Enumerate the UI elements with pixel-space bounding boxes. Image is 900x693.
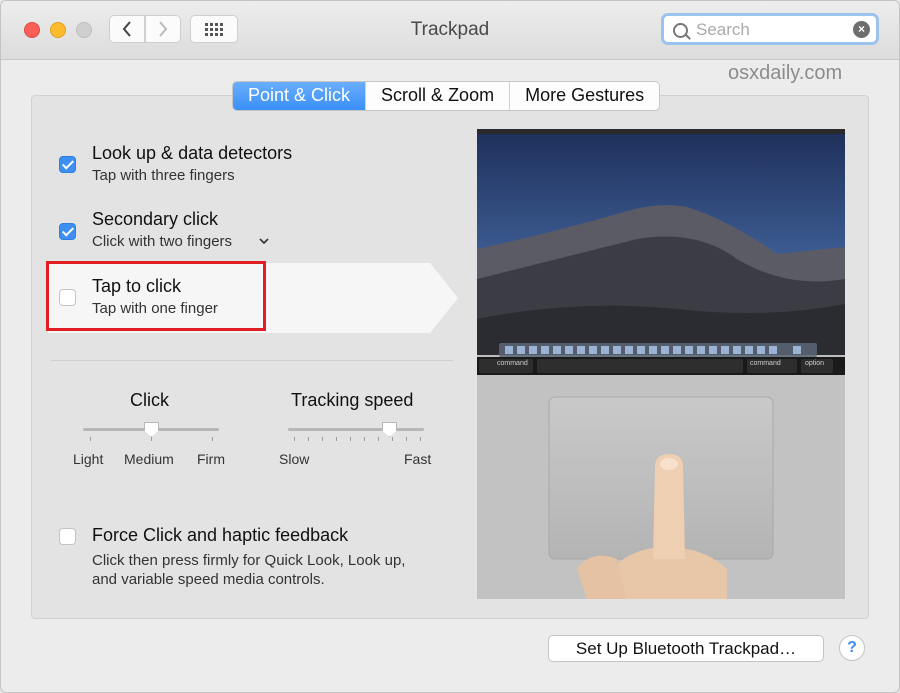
force-click-checkbox[interactable] xyxy=(59,528,76,545)
trackpad-preferences-window: Trackpad Search × osxdaily.com Point & C… xyxy=(0,0,900,693)
clear-search-icon[interactable]: × xyxy=(853,21,870,38)
secondary-click-checkbox[interactable] xyxy=(59,223,76,240)
secondary-click-title: Secondary click xyxy=(92,209,219,229)
force-click-title: Force Click and haptic feedback xyxy=(92,525,349,545)
tracking-speed-title: Tracking speed xyxy=(291,390,414,410)
search-field[interactable]: Search × xyxy=(661,13,879,45)
tick xyxy=(378,437,379,441)
lookup-option-subtitle: Tap with three fingers xyxy=(92,167,235,184)
click-label-firm: Firm xyxy=(197,451,225,467)
title-bar: Trackpad Search × xyxy=(1,1,899,60)
tick xyxy=(90,437,91,441)
search-placeholder: Search xyxy=(696,20,750,39)
tick xyxy=(350,437,351,441)
lookup-data-detectors-checkbox[interactable] xyxy=(59,156,76,173)
gesture-preview-illustration: command command option xyxy=(477,129,845,599)
setup-bluetooth-trackpad-button[interactable]: Set Up Bluetooth Trackpad… xyxy=(548,635,824,662)
click-slider-title: Click xyxy=(130,390,169,410)
key-label-option: option xyxy=(805,360,825,367)
tab-scroll-and-zoom[interactable]: Scroll & Zoom xyxy=(365,82,509,110)
tick xyxy=(336,437,337,441)
key-label-command-left: command xyxy=(497,360,528,367)
tap-to-click-annotation-box xyxy=(46,261,266,331)
tracking-speed-track[interactable] xyxy=(288,428,424,431)
tab-bar: Point & Click Scroll & Zoom More Gesture… xyxy=(232,81,661,111)
tick xyxy=(151,437,152,441)
key-label-command-right: command xyxy=(750,360,781,367)
chevron-down-icon[interactable] xyxy=(259,238,269,245)
tick xyxy=(364,437,365,441)
watermark-text: osxdaily.com xyxy=(728,62,843,84)
tick xyxy=(294,437,295,441)
tick xyxy=(406,437,407,441)
section-divider xyxy=(51,360,453,361)
search-icon xyxy=(673,23,688,38)
tracking-label-fast: Fast xyxy=(404,451,432,467)
tab-point-and-click[interactable]: Point & Click xyxy=(233,82,366,110)
tick xyxy=(212,437,213,441)
help-button[interactable]: ? xyxy=(839,635,865,661)
tracking-label-slow: Slow xyxy=(279,451,310,467)
tick xyxy=(420,437,421,441)
force-click-description-line2: and variable speed media controls. xyxy=(92,571,325,588)
lookup-option-title: Look up & data detectors xyxy=(92,143,293,163)
tick xyxy=(392,437,393,441)
click-label-light: Light xyxy=(73,451,104,467)
tick xyxy=(322,437,323,441)
click-label-medium: Medium xyxy=(124,451,174,467)
secondary-click-subtitle: Click with two fingers xyxy=(92,233,233,250)
tick xyxy=(308,437,309,441)
force-click-description-line1: Click then press firmly for Quick Look, … xyxy=(92,552,406,569)
trackpad-demo-graphic xyxy=(477,129,845,599)
tab-more-gestures[interactable]: More Gestures xyxy=(509,82,659,110)
